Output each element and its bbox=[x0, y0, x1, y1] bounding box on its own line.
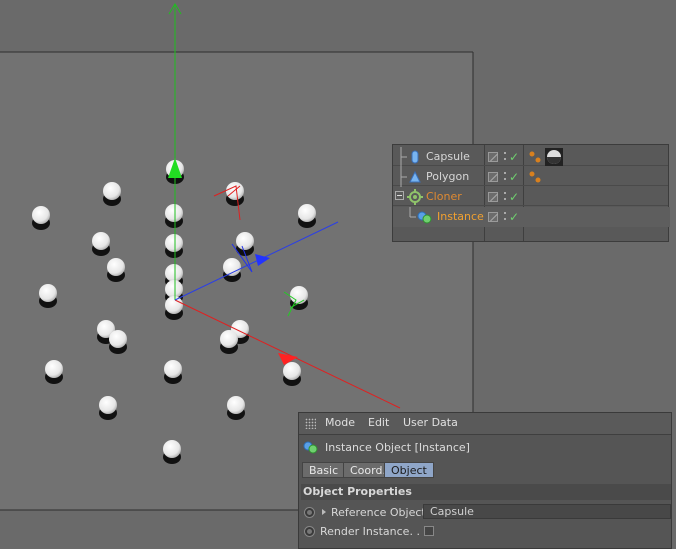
capsule-clone bbox=[39, 284, 57, 308]
capsule-clone bbox=[92, 232, 110, 256]
capsule-clone bbox=[227, 396, 245, 420]
capsule-clone bbox=[32, 206, 50, 230]
object-row-instance[interactable]: Instance ✓ bbox=[393, 207, 670, 227]
capsule-clone bbox=[99, 396, 117, 420]
object-name: Polygon bbox=[426, 170, 470, 183]
object-row-capsule[interactable]: Capsule ✓ bbox=[393, 147, 670, 167]
render-instance-label: Render Instance. . . bbox=[320, 525, 427, 538]
reference-object-field[interactable]: Capsule bbox=[423, 504, 671, 519]
menu-edit[interactable]: Edit bbox=[368, 416, 389, 429]
instance-object-icon bbox=[303, 441, 318, 454]
capsule-clone bbox=[109, 330, 127, 354]
attribute-menu-bar: Mode Edit User Data bbox=[299, 413, 671, 435]
instance-icon bbox=[417, 211, 432, 224]
menu-user-data[interactable]: User Data bbox=[403, 416, 458, 429]
object-name: Cloner bbox=[426, 190, 462, 203]
capsule-clone bbox=[165, 234, 183, 258]
tag-dots-icon[interactable] bbox=[528, 170, 542, 184]
capsule-clone bbox=[165, 204, 183, 228]
cloner-icon bbox=[407, 189, 423, 205]
menu-mode[interactable]: Mode bbox=[325, 416, 355, 429]
capsule-clone bbox=[298, 204, 316, 228]
polygon-icon bbox=[409, 171, 421, 183]
reference-object-label: Reference Object bbox=[331, 506, 426, 519]
layer-toggle[interactable] bbox=[488, 212, 498, 222]
section-header: Object Properties bbox=[301, 484, 671, 500]
capsule-clone bbox=[163, 440, 181, 464]
capsule-clone bbox=[45, 360, 63, 384]
capsule-clone bbox=[107, 258, 125, 282]
layer-toggle[interactable] bbox=[488, 172, 498, 182]
render-instance-row: Render Instance. . . bbox=[299, 523, 671, 541]
capsule-clone bbox=[236, 232, 254, 256]
tag-dots-icon[interactable] bbox=[528, 150, 542, 164]
capsule-clone bbox=[103, 182, 121, 206]
material-tag-icon[interactable] bbox=[545, 148, 563, 166]
capsule-icon bbox=[411, 150, 419, 164]
capsule-clone bbox=[164, 360, 182, 384]
object-row-polygon[interactable]: Polygon ✓ bbox=[393, 167, 670, 187]
object-name: Capsule bbox=[426, 150, 470, 163]
attribute-manager: Mode Edit User Data Instance Object [Ins… bbox=[298, 412, 672, 549]
render-instance-checkbox[interactable] bbox=[424, 526, 434, 536]
layer-toggle[interactable] bbox=[488, 192, 498, 202]
object-manager: Capsule ✓ Polygon ✓ Cloner ✓ Instance ✓ bbox=[392, 144, 670, 242]
tab-basic[interactable]: Basic bbox=[302, 462, 346, 478]
capsule-clone bbox=[283, 362, 301, 386]
animate-radio-icon[interactable] bbox=[304, 507, 315, 518]
animate-radio-icon[interactable] bbox=[304, 526, 315, 537]
enabled-check-icon[interactable]: ✓ bbox=[509, 171, 519, 183]
grip-icon[interactable] bbox=[305, 418, 316, 429]
capsule-clone bbox=[226, 182, 244, 206]
capsule-clone bbox=[165, 296, 183, 320]
object-row-cloner[interactable]: Cloner ✓ bbox=[393, 187, 670, 207]
collapse-toggle-icon[interactable] bbox=[395, 191, 405, 201]
expand-arrow-icon[interactable] bbox=[322, 509, 326, 515]
layer-toggle[interactable] bbox=[488, 152, 498, 162]
enabled-check-icon[interactable]: ✓ bbox=[509, 151, 519, 163]
enabled-check-icon[interactable]: ✓ bbox=[509, 191, 519, 203]
capsule-clone bbox=[220, 330, 238, 354]
reference-object-row: Reference Object Capsule bbox=[299, 504, 671, 522]
tab-object[interactable]: Object bbox=[384, 462, 434, 478]
object-name: Instance bbox=[437, 210, 484, 223]
attribute-title: Instance Object [Instance] bbox=[325, 441, 470, 454]
enabled-check-icon[interactable]: ✓ bbox=[509, 211, 519, 223]
